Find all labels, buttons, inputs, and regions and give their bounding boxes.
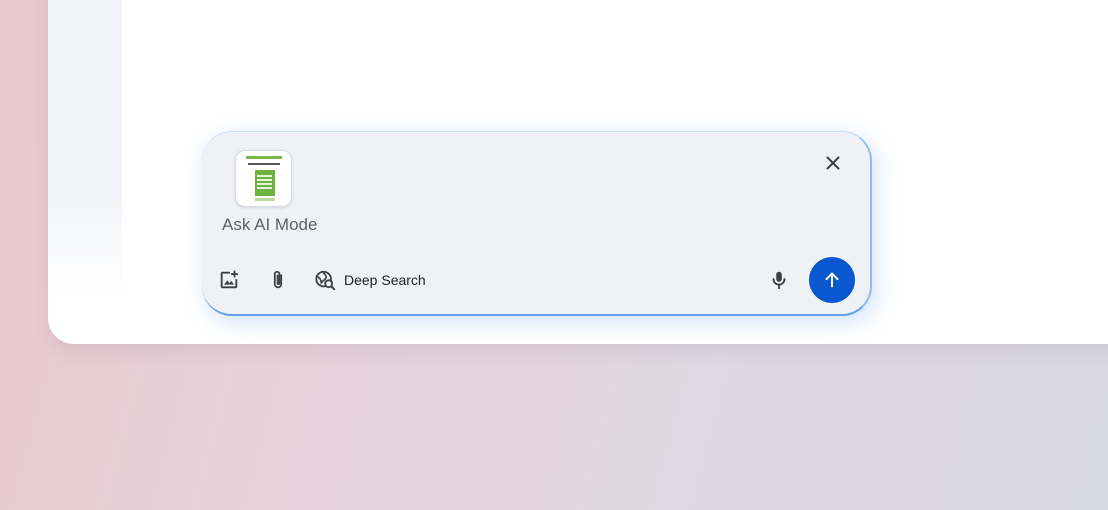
attach-file-button[interactable] [264,266,292,294]
close-icon [826,156,840,170]
arrow-up-icon [825,272,839,288]
prompt-input[interactable]: Ask AI Mode [222,215,317,235]
thumbnail-cover-block [255,170,275,196]
ai-mode-composer[interactable]: Ask AI Mode Deep Search [202,131,872,316]
voice-input-button[interactable] [765,266,793,294]
deep-search-button[interactable]: Deep Search [314,266,426,294]
globe-search-icon [315,270,336,291]
sidebar [48,0,122,300]
send-button[interactable] [809,257,855,303]
attachment-thumbnail[interactable] [235,150,292,207]
thumbnail-footer-bar [255,198,275,201]
thumbnail-cover-text [257,175,272,177]
thumbnail-subtitle-bar [248,163,280,165]
add-image-button[interactable] [215,266,243,294]
remove-attachment-button[interactable] [821,151,845,175]
mic-icon [772,271,786,290]
thumbnail-title-bar [246,156,282,159]
deep-search-label: Deep Search [344,272,426,288]
add-image-icon [220,270,239,289]
paperclip-icon [273,270,283,289]
